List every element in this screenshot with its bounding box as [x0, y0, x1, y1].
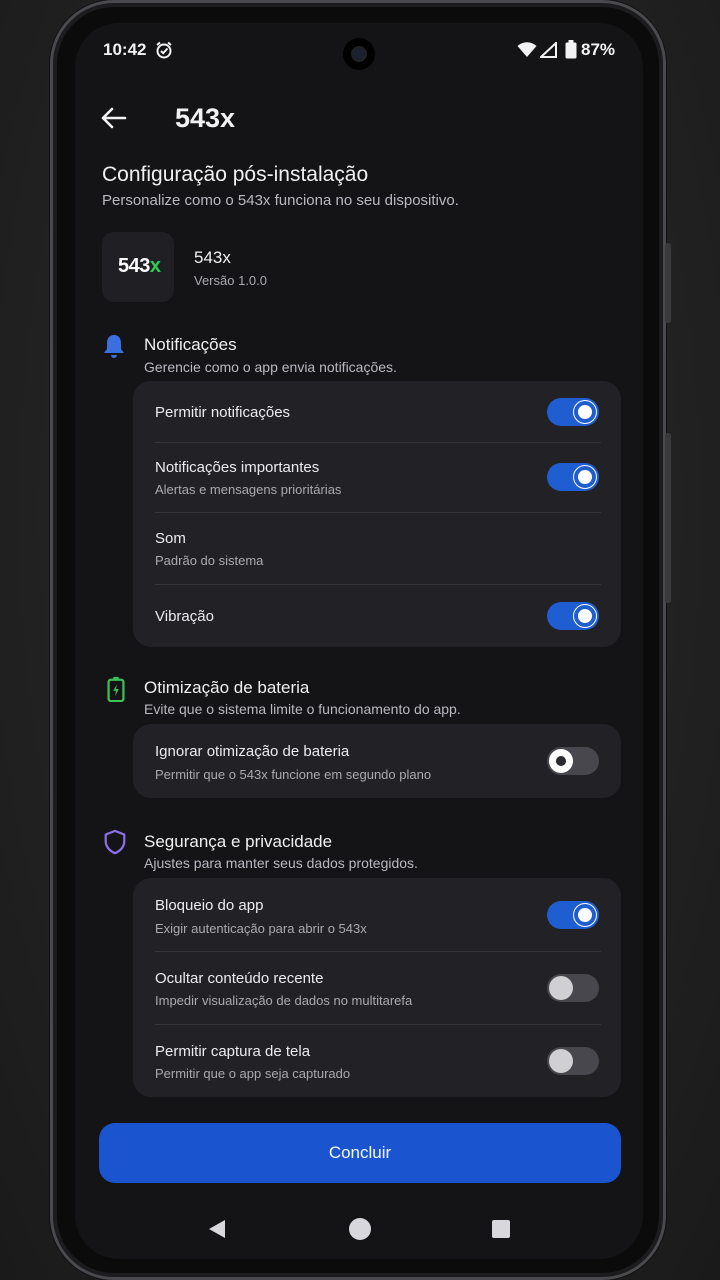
- security-section-title: Segurança e privacidade: [144, 832, 333, 851]
- divider: [155, 1024, 601, 1025]
- row-screenshot-title[interactable]: Permitir captura de tela: [155, 1043, 310, 1060]
- security-section-subtitle: Ajustes para manter seus dados protegido…: [144, 855, 418, 871]
- nav-recents-icon[interactable]: [491, 1219, 511, 1239]
- row-allow-notifications-title[interactable]: Permitir notificações: [155, 404, 290, 421]
- finish-button[interactable]: Concluir: [99, 1123, 621, 1183]
- ignore-battery-optimization-toggle[interactable]: [547, 747, 599, 775]
- battery-section-subtitle: Evite que o sistema limite o funcionamen…: [144, 701, 461, 717]
- notifications-section-subtitle: Gerencie como o app envia notificações.: [144, 359, 397, 375]
- allow-screenshot-toggle[interactable]: [547, 1047, 599, 1075]
- battery-icon: [107, 676, 125, 702]
- signal-icon: [540, 42, 557, 58]
- battery-percentage: 87%: [581, 40, 616, 59]
- important-notifications-toggle[interactable]: [547, 463, 599, 491]
- status-bar: 10:42 87%: [75, 23, 643, 79]
- row-screenshot-subtitle: Permitir que o app seja capturado: [155, 1066, 351, 1081]
- back-arrow-icon[interactable]: [101, 107, 127, 129]
- vibration-toggle[interactable]: [547, 602, 599, 630]
- finish-button-label: Concluir: [328, 1143, 392, 1162]
- row-hide-recent-title[interactable]: Ocultar conteúdo recente: [155, 970, 323, 987]
- row-important-notifications-title[interactable]: Notificações importantes: [155, 459, 319, 476]
- page-title: Configuração pós-instalação: [102, 163, 369, 186]
- front-camera: [343, 38, 375, 70]
- row-important-notifications-subtitle: Alertas e mensagens prioritárias: [155, 482, 342, 497]
- shield-icon: [104, 829, 126, 855]
- logo-text: 543: [118, 255, 150, 277]
- app-version: Versão 1.0.0: [194, 273, 267, 288]
- row-vibration-title[interactable]: Vibração: [155, 608, 214, 625]
- row-app-lock-title[interactable]: Bloqueio do app: [155, 897, 263, 914]
- divider: [155, 951, 601, 952]
- row-ignore-battery-subtitle: Permitir que o 543x funcione em segundo …: [155, 767, 432, 782]
- app-logo: 543x: [102, 232, 174, 302]
- allow-notifications-toggle[interactable]: [547, 398, 599, 426]
- clock: 10:42: [103, 40, 147, 59]
- row-sound-subtitle: Padrão do sistema: [155, 553, 264, 568]
- phone-frame: 10:42 87% 543x Configuração pós-instalaç…: [50, 0, 671, 1280]
- notifications-section-title: Notificações: [144, 335, 237, 354]
- row-ignore-battery-title[interactable]: Ignorar otimização de bateria: [155, 743, 349, 760]
- row-hide-recent-subtitle: Impedir visualização de dados no multita…: [155, 993, 413, 1008]
- alarm-icon: [156, 41, 172, 59]
- divider: [155, 584, 601, 585]
- app-lock-toggle[interactable]: [547, 901, 599, 929]
- app-name: 543x: [194, 248, 231, 267]
- app-bar-title: 543x: [175, 103, 236, 133]
- page-subtitle: Personalize como o 543x funciona no seu …: [102, 192, 459, 209]
- screen: 10:42 87% 543x Configuração pós-instalaç…: [75, 23, 643, 1259]
- bell-icon: [104, 335, 124, 358]
- row-sound-title[interactable]: Som: [155, 530, 186, 547]
- wifi-icon: [517, 42, 537, 57]
- logo-accent: x: [149, 255, 161, 277]
- battery-section-title: Otimização de bateria: [144, 678, 310, 697]
- power-button: [665, 433, 671, 603]
- row-app-lock-subtitle: Exigir autenticação para abrir o 543x: [155, 921, 367, 936]
- divider: [155, 512, 601, 513]
- battery-status-icon: [565, 40, 577, 59]
- nav-back-icon[interactable]: [207, 1219, 227, 1239]
- divider: [155, 442, 601, 443]
- nav-home-icon[interactable]: [348, 1217, 372, 1241]
- volume-button: [665, 243, 671, 323]
- hide-recent-content-toggle[interactable]: [547, 974, 599, 1002]
- navigation-bar: [75, 1199, 643, 1259]
